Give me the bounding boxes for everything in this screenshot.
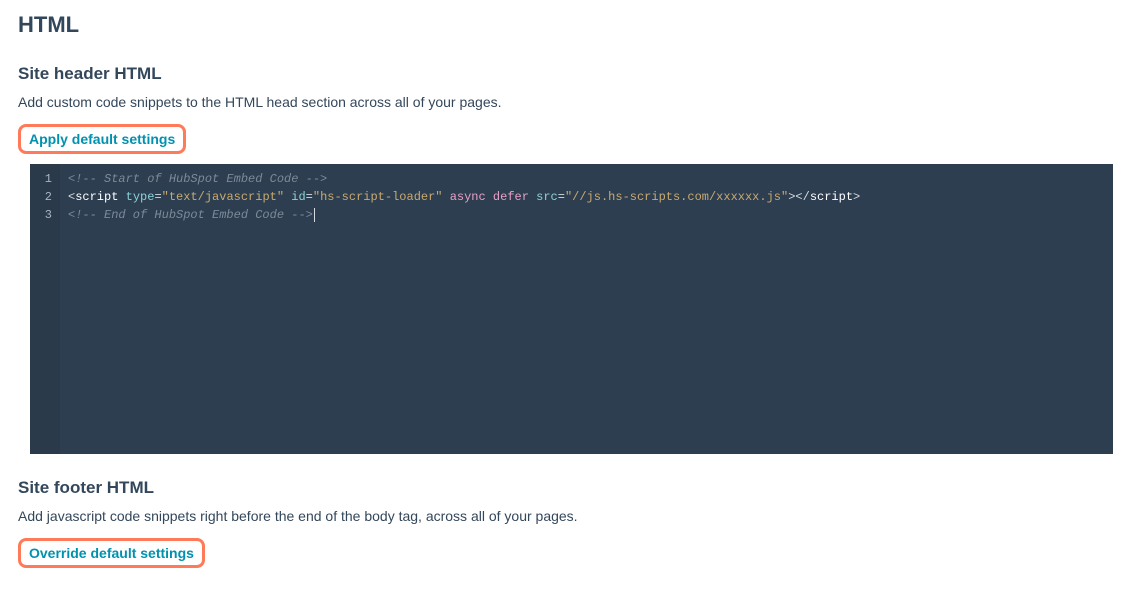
code-area[interactable]: <!-- Start of HubSpot Embed Code --> <sc… — [60, 164, 1113, 454]
site-footer-title: Site footer HTML — [18, 478, 1109, 498]
gutter-line: 3 — [30, 206, 52, 224]
site-header-title: Site header HTML — [18, 64, 1109, 84]
gutter-line: 1 — [30, 170, 52, 188]
code-gutter: 1 2 3 — [30, 164, 60, 454]
code-line-1: <!-- Start of HubSpot Embed Code --> — [68, 172, 327, 186]
code-line-2: <script type="text/javascript" id="hs-sc… — [68, 190, 860, 204]
text-cursor — [314, 208, 315, 222]
override-default-settings-link[interactable]: Override default settings — [23, 541, 200, 565]
gutter-line: 2 — [30, 188, 52, 206]
page-title: HTML — [18, 12, 1109, 38]
code-editor[interactable]: 1 2 3 <!-- Start of HubSpot Embed Code -… — [30, 164, 1113, 454]
code-line-3: <!-- End of HubSpot Embed Code --> — [68, 208, 313, 222]
site-header-desc: Add custom code snippets to the HTML hea… — [18, 94, 1109, 110]
apply-default-highlight: Apply default settings — [18, 124, 186, 154]
override-default-highlight: Override default settings — [18, 538, 205, 568]
site-footer-desc: Add javascript code snippets right befor… — [18, 508, 1109, 524]
apply-default-settings-link[interactable]: Apply default settings — [23, 127, 181, 151]
